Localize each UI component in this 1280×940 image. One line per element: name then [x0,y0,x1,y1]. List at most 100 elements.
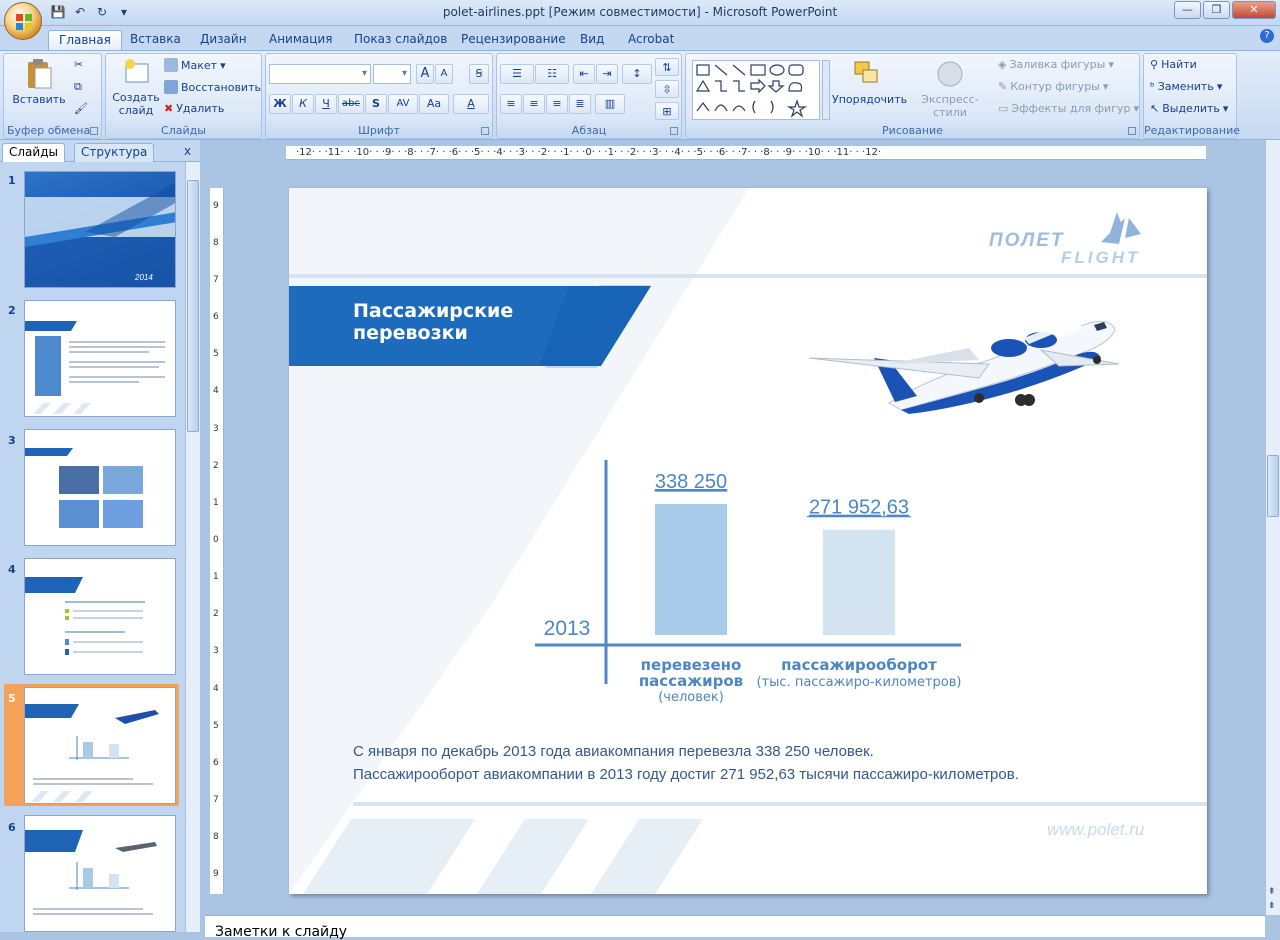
tab-insert[interactable]: Вставка [130,30,181,50]
font-launcher-icon[interactable] [481,127,489,135]
text-direction-button[interactable]: ⇅ [655,58,679,76]
smartart-button[interactable]: ⊞ [655,102,679,120]
font-size-combo[interactable]: ▾ [373,64,411,84]
thumb-slide-3[interactable] [24,429,176,546]
shape-outline-button[interactable]: ✎ Контур фигуры ▾ [998,80,1108,93]
vertical-ruler-tick: 3 [213,423,219,434]
prev-slide-icon[interactable]: ⇞ [1268,887,1276,897]
clear-format-icon[interactable]: Ꞩ [469,64,489,84]
tab-animation[interactable]: Анимация [269,30,332,50]
shadow-button[interactable]: S [365,94,387,114]
indent-icon: ⇥ [602,67,612,80]
find-button[interactable]: ⚲ Найти [1150,58,1197,71]
arrange-button[interactable]: Упорядочить [832,58,907,106]
shrink-font-button[interactable]: A [435,64,453,84]
shape-fill-button[interactable]: ◈ Заливка фигуры ▾ [998,58,1114,71]
slides-label: Слайды [161,124,206,137]
vertical-ruler-tick: 2 [213,460,219,471]
tab-home[interactable]: Главная [48,30,122,50]
drawing-launcher-icon[interactable] [1128,127,1136,135]
tab-review[interactable]: Рецензирование [461,30,566,50]
tab-slideshow[interactable]: Показ слайдов [354,30,447,50]
next-slide-icon[interactable]: ⇟ [1268,901,1276,911]
scissors-icon: ✂ [74,58,84,71]
line-spacing-icon: ↕ [632,67,642,80]
bold-button[interactable]: Ж [269,94,291,114]
increase-indent-button[interactable]: ⇥ [596,64,618,84]
grow-font-button[interactable]: A [416,64,434,84]
strikethrough-button[interactable]: abc [338,94,364,114]
font-color-button[interactable]: A [453,94,489,114]
paragraph-launcher-icon[interactable] [670,127,678,135]
x-tick-sub-2: (тыс. пассажиро-километров) [757,675,962,690]
replace-button[interactable]: ᵇ Заменить ▾ [1150,80,1222,93]
close-button[interactable]: ✕ [1232,1,1276,19]
office-logo-icon [16,14,32,30]
thumbnails-scroll-thumb[interactable] [187,180,199,432]
maximize-button[interactable]: ❐ [1203,1,1230,19]
help-icon[interactable]: ? [1260,29,1274,43]
underline-button[interactable]: Ч [315,94,337,114]
layout-button[interactable]: Макет ▾ [164,58,226,72]
cut-button[interactable]: ✂ [74,58,83,71]
tab-acrobat[interactable]: Acrobat [628,30,674,50]
format-painter-button[interactable]: 🖌 [74,102,88,115]
thumb-slide-2[interactable] [24,300,176,417]
align-right-button[interactable]: ≡ [546,94,568,114]
slide-scrollbar[interactable]: ⇞ ⇟ [1265,140,1280,915]
shapes-gallery[interactable] [692,60,820,120]
thumb-slide-5[interactable] [24,687,176,804]
quick-styles-button[interactable]: Экспресс-стили [906,58,994,119]
decrease-indent-button[interactable]: ⇤ [573,64,595,84]
thumb-slide-6[interactable] [24,815,176,932]
close-pane-icon[interactable]: x [184,144,191,158]
select-button[interactable]: ↖ Выделить ▾ [1150,102,1228,115]
copy-button[interactable]: ⧉ [74,80,82,94]
thumb-slide-1[interactable]: 2014 [24,171,176,288]
align-text-button[interactable]: ⇳ [655,80,679,98]
align-left-button[interactable]: ≡ [500,94,522,114]
slide-canvas[interactable]: ПОЛЕТ FLIGHT Пассажирские перевозки 2013… [289,188,1207,894]
office-button[interactable] [4,2,42,40]
italic-button[interactable]: К [292,94,314,114]
shape-effects-button[interactable]: ▭ Эффекты для фигур ▾ [998,102,1139,115]
vertical-ruler-tick: 6 [213,312,219,323]
new-slide-button[interactable]: Создать слайд [112,58,160,117]
binoculars-icon: ⚲ [1150,58,1159,71]
tab-slides[interactable]: Слайды [2,143,65,162]
slide-scroll-thumb[interactable] [1267,455,1279,517]
minimize-button[interactable]: — [1174,1,1201,19]
vertical-ruler-tick: 5 [213,720,219,731]
paste-button[interactable]: Вставить [12,58,66,106]
align-center-button[interactable]: ≡ [523,94,545,114]
reset-button[interactable]: Восстановить [164,80,261,94]
arrange-icon [854,61,878,83]
tab-design[interactable]: Дизайн [200,30,247,50]
tab-view[interactable]: Вид [580,30,604,50]
shapes-scroll[interactable] [822,60,830,120]
thumbnails-scrollbar[interactable] [185,162,200,932]
bullets-button[interactable]: ☰ [500,64,534,84]
spacing-button[interactable]: AV [388,94,418,114]
tab-outline[interactable]: Структура [74,143,155,162]
clipboard-label: Буфер обмена [7,124,91,137]
numbering-button[interactable]: ☷ [535,64,569,84]
font-name-combo[interactable]: ▾ [269,64,371,84]
reset-label: Восстановить [181,80,261,94]
change-case-button[interactable]: Aa [419,94,449,114]
columns-button[interactable]: ▥ [595,94,625,114]
clipboard-launcher-icon[interactable] [90,127,98,135]
bullets-icon: ☰ [512,67,522,80]
slide-body-text[interactable]: С января по декабрь 2013 года авиакомпан… [353,740,1019,786]
thumb-6-art [25,830,157,915]
effects-icon: ▭ [998,102,1009,115]
line-spacing-button[interactable]: ↕ [622,64,652,84]
delete-slide-button[interactable]: ✖ Удалить [164,102,224,115]
notes-field[interactable]: Заметки к слайду [205,915,1265,940]
justify-button[interactable]: ≣ [569,94,591,114]
quick-styles-label: Экспресс-стили [921,93,979,119]
replace-icon: ᵇ [1150,80,1155,93]
thumb-number: 1 [8,174,16,187]
thumb-5-art [25,704,159,802]
thumb-slide-4[interactable] [24,558,176,675]
